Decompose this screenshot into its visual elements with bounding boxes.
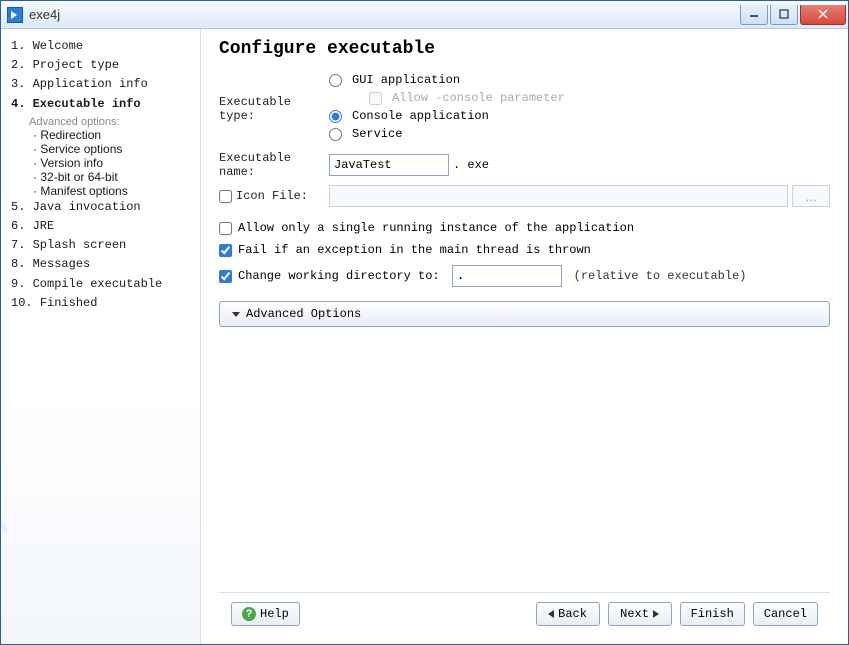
sidebar-item-messages[interactable]: 8. Messages xyxy=(11,255,200,274)
sidebar-item-application-info[interactable]: 3. Application info xyxy=(11,75,200,94)
sidebar: 1. Welcome 2. Project type 3. Applicatio… xyxy=(1,29,201,644)
help-icon: ? xyxy=(242,607,256,621)
icon-file-input xyxy=(329,185,788,207)
exec-type-options: GUI application Allow -console parameter… xyxy=(329,73,830,145)
page-title: Configure executable xyxy=(219,39,830,59)
arrow-right-icon xyxy=(653,610,659,618)
app-window: exe4j 1. Welcome 2. Project type 3. Appl… xyxy=(0,0,849,645)
sidebar-item-welcome[interactable]: 1. Welcome xyxy=(11,37,200,56)
sidebar-item-redirection[interactable]: Redirection xyxy=(33,128,200,142)
main-panel: Configure executable Executable type: GU… xyxy=(201,29,848,644)
footer: ? Help Back Next Finish Cancel xyxy=(219,592,830,634)
sidebar-item-jre[interactable]: 6. JRE xyxy=(11,217,200,236)
sidebar-item-splash-screen[interactable]: 7. Splash screen xyxy=(11,236,200,255)
window-title: exe4j xyxy=(29,7,740,22)
relative-text: (relative to executable) xyxy=(574,269,747,283)
advanced-options-button[interactable]: Advanced Options xyxy=(219,301,830,327)
exec-name-row: . exe xyxy=(329,154,830,176)
app-icon xyxy=(7,7,23,23)
sidebar-item-compile-executable[interactable]: 9. Compile executable xyxy=(11,275,200,294)
help-label: Help xyxy=(260,607,289,621)
close-button[interactable] xyxy=(800,5,846,25)
next-button[interactable]: Next xyxy=(608,602,672,626)
maximize-button[interactable] xyxy=(770,5,798,25)
check-fail-exception-row: Fail if an exception in the main thread … xyxy=(219,243,830,257)
spacer xyxy=(219,327,830,592)
exec-name-input[interactable] xyxy=(329,154,449,176)
check-allow-console xyxy=(369,92,382,105)
sidebar-item-manifest-options[interactable]: Manifest options xyxy=(33,184,200,198)
next-label: Next xyxy=(620,607,649,621)
sidebar-item-finished[interactable]: 10. Finished xyxy=(11,294,200,313)
back-button[interactable]: Back xyxy=(536,602,600,626)
icon-file-label: Icon File: xyxy=(236,189,308,203)
check-change-dir-label: Change working directory to: xyxy=(238,269,440,283)
exec-type-label: Executable type: xyxy=(219,95,329,123)
sidebar-advanced-list: Redirection Service options Version info… xyxy=(11,128,200,198)
back-label: Back xyxy=(558,607,587,621)
radio-service[interactable] xyxy=(329,128,342,141)
sidebar-item-executable-info[interactable]: 4. Executable info xyxy=(11,95,200,114)
icon-file-row: ... xyxy=(329,185,830,207)
sidebar-list-cont: 5. Java invocation 6. JRE 7. Splash scre… xyxy=(11,198,200,313)
radio-gui-label: GUI application xyxy=(352,73,460,87)
check-icon-file[interactable] xyxy=(219,190,232,203)
exec-name-label: Executable name: xyxy=(219,151,329,179)
check-fail-exception[interactable] xyxy=(219,244,232,257)
check-fail-exception-label: Fail if an exception in the main thread … xyxy=(238,243,591,257)
sidebar-list: 1. Welcome 2. Project type 3. Applicatio… xyxy=(11,37,200,114)
cancel-button[interactable]: Cancel xyxy=(753,602,818,626)
icon-browse-button: ... xyxy=(792,185,830,207)
finish-button[interactable]: Finish xyxy=(680,602,745,626)
sidebar-item-32-64-bit[interactable]: 32-bit or 64-bit xyxy=(33,170,200,184)
arrow-left-icon xyxy=(548,610,554,618)
change-dir-input[interactable] xyxy=(452,265,562,287)
check-allow-console-label: Allow -console parameter xyxy=(392,91,565,105)
help-button[interactable]: ? Help xyxy=(231,602,300,626)
exec-ext-label: . exe xyxy=(453,158,489,172)
form-exec-type: Executable type: GUI application Allow -… xyxy=(219,73,830,207)
check-change-dir[interactable] xyxy=(219,270,232,283)
window-controls xyxy=(740,5,846,25)
body: 1. Welcome 2. Project type 3. Applicatio… xyxy=(1,29,848,644)
radio-gui[interactable] xyxy=(329,74,342,87)
sidebar-item-version-info[interactable]: Version info xyxy=(33,156,200,170)
check-allow-console-row: Allow -console parameter xyxy=(329,91,830,105)
triangle-down-icon xyxy=(232,312,240,317)
minimize-button[interactable] xyxy=(740,5,768,25)
sidebar-item-service-options[interactable]: Service options xyxy=(33,142,200,156)
radio-service-row: Service xyxy=(329,127,830,141)
radio-console-row: Console application xyxy=(329,109,830,123)
radio-service-label: Service xyxy=(352,127,402,141)
sidebar-watermark: exe4j xyxy=(1,522,9,636)
advanced-options-label: Advanced Options xyxy=(246,307,361,321)
check-single-instance-label: Allow only a single running instance of … xyxy=(238,221,634,235)
radio-gui-row: GUI application xyxy=(329,73,830,87)
check-single-instance-row: Allow only a single running instance of … xyxy=(219,221,830,235)
sidebar-item-project-type[interactable]: 2. Project type xyxy=(11,56,200,75)
icon-file-row-label: Icon File: xyxy=(219,189,329,203)
radio-console-label: Console application xyxy=(352,109,489,123)
sidebar-advanced-header: Advanced options: xyxy=(11,116,200,128)
check-change-dir-row: Change working directory to: (relative t… xyxy=(219,265,830,287)
titlebar[interactable]: exe4j xyxy=(1,1,848,29)
sidebar-item-java-invocation[interactable]: 5. Java invocation xyxy=(11,198,200,217)
check-single-instance[interactable] xyxy=(219,222,232,235)
radio-console[interactable] xyxy=(329,110,342,123)
